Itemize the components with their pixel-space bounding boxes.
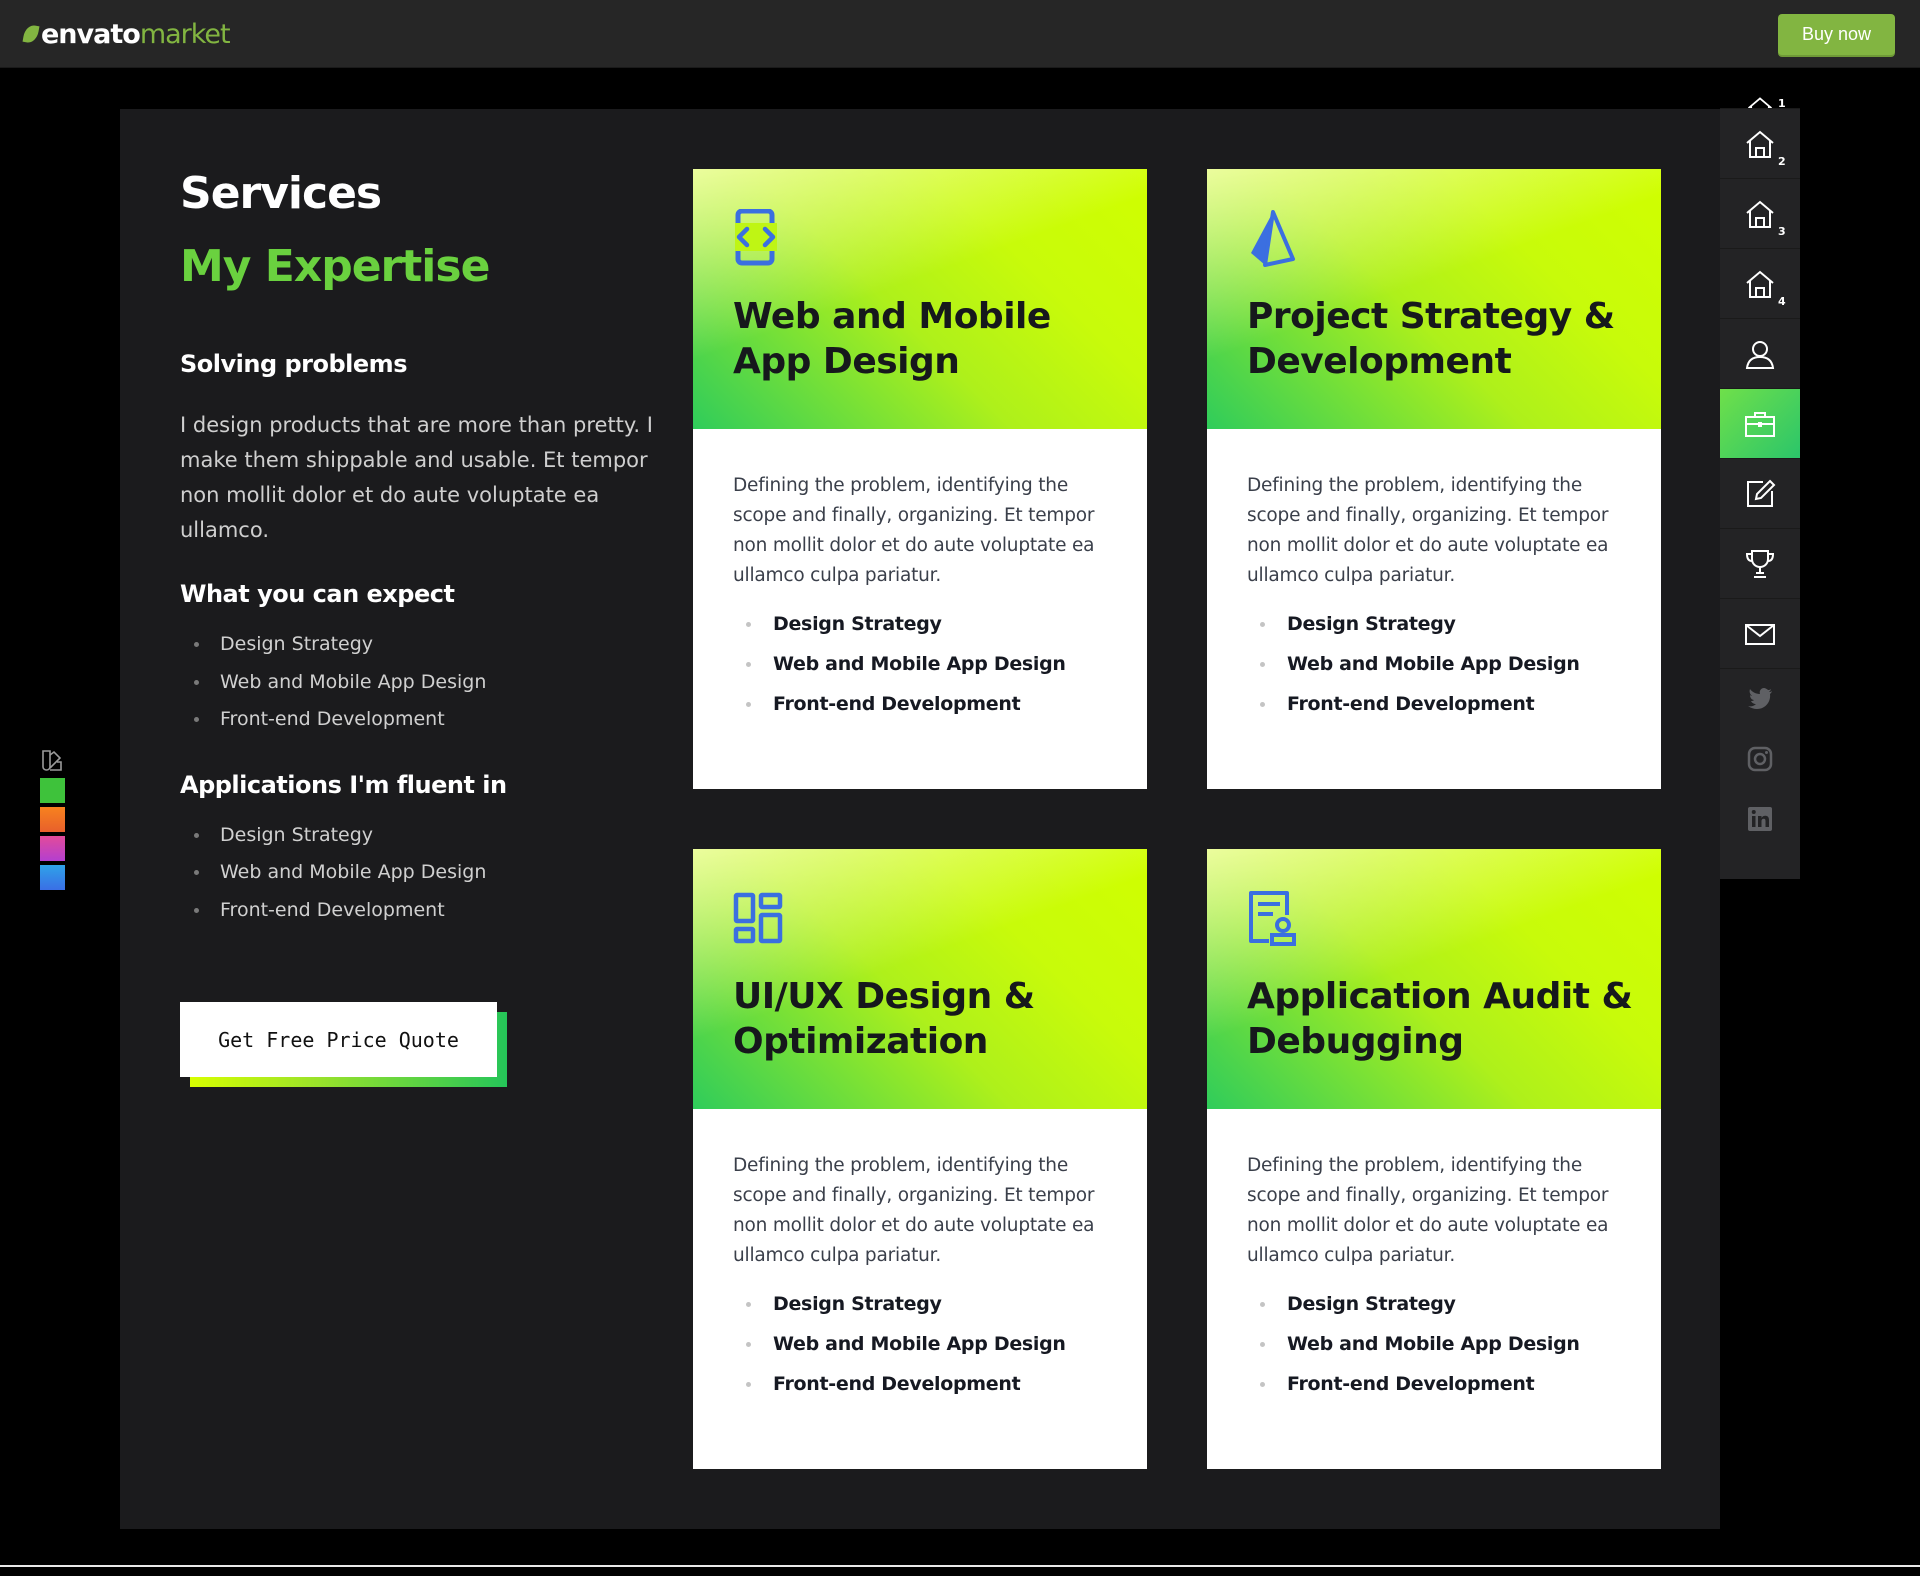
envato-market-logo[interactable]: envato market: [22, 18, 231, 50]
card-list: Design Strategy Web and Mobile App Desig…: [733, 613, 1107, 733]
card-description: Defining the problem, identifying the sc…: [733, 1155, 1095, 1266]
side-navigation: 1 2 3 4: [1720, 97, 1800, 879]
home-icon: [1747, 97, 1773, 108]
nav-number: 4: [1778, 295, 1786, 308]
services-intro: Services My Expertise Solving problems I…: [180, 168, 660, 937]
nav-home-2[interactable]: 2: [1720, 109, 1800, 179]
card-body: Defining the problem, identifying the sc…: [693, 1109, 1147, 1413]
list-item: Web and Mobile App Design: [1247, 653, 1621, 693]
card-title: Web and Mobile App Design: [733, 296, 1051, 382]
services-section: Services My Expertise Solving problems I…: [120, 109, 1720, 1529]
nav-services[interactable]: [1720, 389, 1800, 459]
apps-title: Applications I'm fluent in: [180, 770, 507, 799]
card-header: Project Strategy & Development: [1207, 169, 1661, 429]
nav-number: 1: [1778, 97, 1786, 109]
nav-number: 3: [1778, 225, 1786, 238]
list-item: Front-end Development: [733, 693, 1107, 733]
list-item: Web and Mobile App Design: [733, 1333, 1107, 1373]
service-card[interactable]: UI/UX Design & Optimization Defining the…: [693, 849, 1147, 1469]
card-description: Defining the problem, identifying the sc…: [1247, 1155, 1609, 1266]
linkedin-icon: [1748, 807, 1772, 831]
section-kicker: Services: [180, 168, 382, 219]
nav-contact[interactable]: [1720, 599, 1800, 669]
card-header: Application Audit & Debugging: [1207, 849, 1661, 1109]
list-item: Design Strategy: [1247, 1293, 1621, 1333]
intro-paragraph: I design products that are more than pre…: [180, 413, 653, 543]
instagram-icon: [1747, 746, 1773, 772]
list-item: Web and Mobile App Design: [733, 653, 1107, 693]
nav-about[interactable]: [1720, 319, 1800, 389]
twitter-link[interactable]: [1720, 669, 1800, 729]
apps-list: Design Strategy Web and Mobile App Desig…: [180, 824, 660, 937]
briefcase-icon: [1745, 411, 1775, 437]
list-item: Front-end Development: [194, 899, 660, 937]
list-item: Front-end Development: [194, 708, 660, 746]
list-item: Design Strategy: [733, 1293, 1107, 1333]
dashboard-icon: [733, 892, 783, 944]
price-quote-cta: Get Free Price Quote: [180, 1002, 510, 1088]
card-list: Design Strategy Web and Mobile App Desig…: [733, 1293, 1107, 1413]
instagram-link[interactable]: [1720, 729, 1800, 789]
trophy-icon: [1745, 549, 1775, 578]
twitter-icon: [1748, 688, 1772, 709]
linkedin-link[interactable]: [1720, 789, 1800, 849]
list-item: Front-end Development: [733, 1373, 1107, 1413]
nav-number: 2: [1778, 155, 1786, 168]
section-headline: My Expertise: [180, 240, 490, 292]
card-title: Project Strategy & Development: [1247, 296, 1615, 382]
prism-icon: [1251, 210, 1295, 267]
top-bar: envato market Buy now: [0, 0, 1920, 68]
card-body: Defining the problem, identifying the sc…: [1207, 1109, 1661, 1413]
list-item: Design Strategy: [194, 633, 660, 671]
home-icon: [1746, 130, 1774, 158]
bottom-divider: [0, 1565, 1920, 1567]
list-item: Design Strategy: [194, 824, 660, 862]
card-list: Design Strategy Web and Mobile App Desig…: [1247, 613, 1621, 733]
palette-icon[interactable]: [40, 749, 64, 771]
list-item: Front-end Development: [1247, 1373, 1621, 1413]
logo-envato-text: envato: [41, 18, 141, 50]
color-swatch-pink[interactable]: [40, 836, 65, 861]
card-header: Web and Mobile App Design: [693, 169, 1147, 429]
certificate-icon: [1249, 891, 1296, 946]
buy-now-button[interactable]: Buy now: [1778, 14, 1895, 55]
service-card[interactable]: Project Strategy & Development Defining …: [1207, 169, 1661, 789]
nav-home-4[interactable]: 4: [1720, 249, 1800, 319]
code-icon: [735, 209, 777, 266]
card-description: Defining the problem, identifying the sc…: [1247, 475, 1609, 586]
card-title: UI/UX Design & Optimization: [733, 976, 1035, 1062]
nav-awards[interactable]: [1720, 529, 1800, 599]
service-card[interactable]: Web and Mobile App Design Defining the p…: [693, 169, 1147, 789]
card-header: UI/UX Design & Optimization: [693, 849, 1147, 1109]
expect-title: What you can expect: [180, 580, 455, 609]
home-icon: [1746, 270, 1774, 298]
nav-home-1[interactable]: 1: [1720, 75, 1800, 109]
user-icon: [1745, 340, 1775, 369]
color-swatch-green[interactable]: [40, 778, 65, 803]
nav-blog[interactable]: [1720, 459, 1800, 529]
card-title: Application Audit & Debugging: [1247, 976, 1633, 1062]
color-swatch-blue[interactable]: [40, 865, 65, 890]
logo-market-text: market: [139, 18, 231, 50]
card-body: Defining the problem, identifying the sc…: [1207, 429, 1661, 733]
service-card[interactable]: Application Audit & Debugging Defining t…: [1207, 849, 1661, 1469]
mail-icon: [1745, 623, 1775, 645]
expect-list: Design Strategy Web and Mobile App Desig…: [180, 633, 660, 746]
card-body: Defining the problem, identifying the sc…: [693, 429, 1147, 733]
get-free-price-quote-button[interactable]: Get Free Price Quote: [180, 1002, 497, 1077]
solving-problems-title: Solving problems: [180, 350, 407, 379]
card-description: Defining the problem, identifying the sc…: [733, 475, 1095, 586]
color-swatch-orange[interactable]: [40, 807, 65, 832]
list-item: Design Strategy: [1247, 613, 1621, 653]
nav-home-3[interactable]: 3: [1720, 179, 1800, 249]
list-item: Web and Mobile App Design: [194, 861, 660, 899]
card-list: Design Strategy Web and Mobile App Desig…: [1247, 1293, 1621, 1413]
home-icon: [1746, 200, 1774, 228]
list-item: Web and Mobile App Design: [1247, 1333, 1621, 1373]
list-item: Front-end Development: [1247, 693, 1621, 733]
edit-icon: [1747, 479, 1776, 507]
list-item: Design Strategy: [733, 613, 1107, 653]
list-item: Web and Mobile App Design: [194, 671, 660, 709]
leaf-icon: [22, 23, 40, 45]
